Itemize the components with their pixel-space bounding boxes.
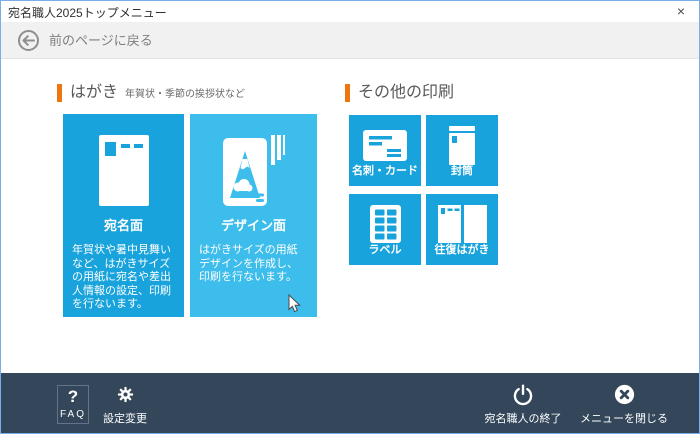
tile-return-postcard[interactable]: 往復はがき [426, 194, 498, 265]
close-menu-button[interactable]: メニューを閉じる [574, 383, 674, 426]
nav-bar: 前のページに戻る [1, 22, 699, 59]
postcard-design-icon [223, 135, 285, 207]
tile-business-card[interactable]: 名刺・カード [349, 115, 421, 186]
title-bar: 宛名職人2025トップメニュー × [1, 1, 699, 22]
tile-design-side[interactable]: デザイン面 はがきサイズの用紙デザインを作成し、印刷を行ないます。 [190, 114, 317, 317]
label-sheet-icon [370, 204, 401, 244]
orange-accent-bar [57, 84, 62, 102]
business-card-icon [363, 125, 407, 165]
postcard-address-icon [99, 135, 149, 207]
section-header-other: その他の印刷 [345, 83, 454, 102]
tile-description: はがきサイズの用紙デザインを作成し、印刷を行ないます。 [190, 244, 317, 285]
return-postcard-icon [438, 204, 487, 244]
circle-x-icon [614, 383, 635, 406]
gear-icon [117, 383, 134, 406]
question-icon: ? [68, 386, 78, 408]
faq-button[interactable]: ? FAQ [57, 385, 89, 424]
tile-label: 封筒 [426, 162, 498, 178]
window-title: 宛名職人2025トップメニュー [8, 4, 167, 21]
window-close-icon[interactable]: × [665, 1, 697, 22]
tile-labels[interactable]: ラベル [349, 194, 421, 265]
settings-button[interactable]: 設定変更 [100, 383, 150, 426]
tile-description: 年賀状や暑中見舞いなど、はがきサイズの用紙に宛名や差出人情報の設定、印刷を行ない… [63, 244, 184, 312]
tile-label: 名刺・カード [349, 162, 421, 178]
section-header-hagaki: はがき 年賀状・季節の挨拶状など [57, 83, 245, 102]
settings-label: 設定変更 [103, 410, 147, 426]
arrow-left-icon [22, 35, 35, 46]
exit-label: 宛名職人の終了 [485, 410, 562, 426]
tile-label: デザイン面 [221, 215, 286, 234]
power-icon [512, 383, 534, 406]
section-title-hagaki: はがき [70, 84, 118, 102]
faq-label: FAQ [60, 409, 86, 420]
back-button-label[interactable]: 前のページに戻る [49, 22, 153, 59]
app-window: 宛名職人2025トップメニュー × 前のページに戻る はがき 年賀状・季節の挨拶… [0, 0, 700, 434]
envelope-icon [449, 125, 475, 165]
orange-accent-bar [345, 84, 350, 102]
back-button[interactable] [18, 30, 39, 51]
tile-label: 宛名面 [104, 215, 143, 234]
tile-label: 往復はがき [426, 241, 498, 257]
tile-label: ラベル [349, 241, 421, 257]
exit-button[interactable]: 宛名職人の終了 [473, 383, 573, 426]
tile-envelope[interactable]: 封筒 [426, 115, 498, 186]
bottom-bar: ? FAQ [1, 373, 699, 433]
section-title-other: その他の印刷 [358, 84, 454, 102]
section-subtitle-hagaki: 年賀状・季節の挨拶状など [125, 85, 245, 100]
close-menu-label: メニューを閉じる [580, 410, 668, 426]
tile-address-side[interactable]: 宛名面 年賀状や暑中見舞いなど、はがきサイズの用紙に宛名や差出人情報の設定、印刷… [63, 114, 184, 317]
